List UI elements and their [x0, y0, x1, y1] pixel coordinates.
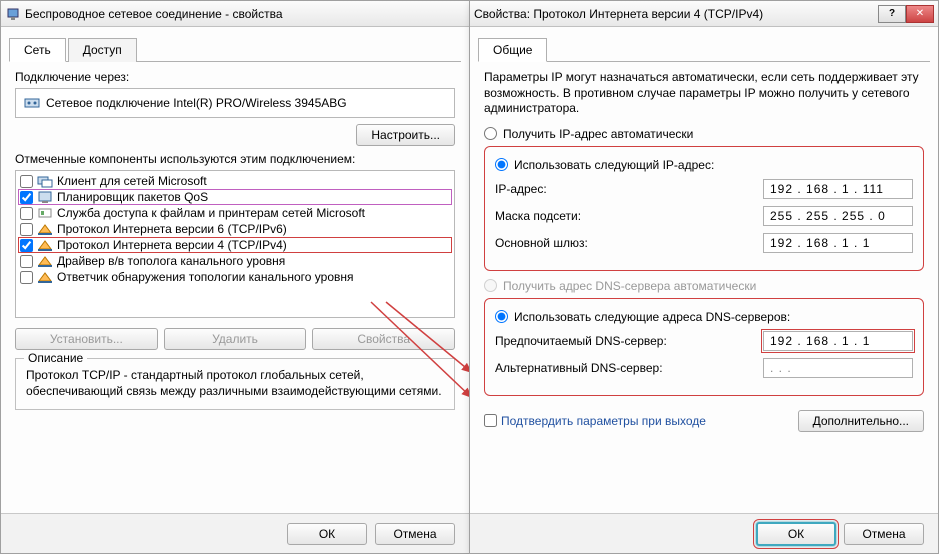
component-checkbox[interactable]	[20, 207, 33, 220]
ip-address-field[interactable]: 192 . 168 . 1 . 111	[763, 179, 913, 199]
win2-titlebar: Свойства: Протокол Интернета версии 4 (T…	[470, 1, 938, 27]
help-button[interactable]: ?	[878, 5, 906, 23]
win1-panel: Подключение через: Сетевое подключение I…	[15, 70, 455, 410]
component-label: Ответчик обнаружения топологии канальног…	[57, 270, 354, 284]
component-label: Протокол Интернета версии 6 (TCP/IPv6)	[57, 222, 287, 236]
radio-use-ip-label: Использовать следующий IP-адрес:	[514, 158, 714, 172]
component-label: Драйвер в/в тополога канального уровня	[57, 254, 285, 268]
win1-bottom-bar: ОК Отмена	[1, 513, 469, 553]
connect-via-label: Подключение через:	[15, 70, 455, 84]
protocol-icon	[37, 174, 53, 188]
radio-auto-ip-label: Получить IP-адрес автоматически	[503, 127, 693, 141]
component-checkbox[interactable]	[20, 239, 33, 252]
radio-auto-dns-row: Получить адрес DNS-сервера автоматически	[484, 279, 924, 293]
description-title: Описание	[24, 351, 87, 365]
protocol-icon	[37, 206, 53, 220]
description-text: Протокол TCP/IP - стандартный протокол г…	[26, 367, 444, 399]
validate-on-exit-row[interactable]: Подтвердить параметры при выходе	[484, 414, 706, 428]
close-button[interactable]: ✕	[906, 5, 934, 23]
dns-settings-group: Использовать следующие адреса DNS-сервер…	[484, 298, 924, 396]
win2-tabstrip: Общие	[478, 37, 930, 62]
radio-use-ip-row[interactable]: Использовать следующий IP-адрес:	[495, 158, 913, 172]
tab-access[interactable]: Доступ	[68, 38, 137, 62]
ipv4-properties-window: Свойства: Протокол Интернета версии 4 (T…	[469, 0, 939, 554]
component-checkbox[interactable]	[20, 255, 33, 268]
dns2-field[interactable]: . . .	[763, 358, 913, 378]
component-checkbox[interactable]	[20, 271, 33, 284]
component-item[interactable]: Клиент для сетей Microsoft	[18, 173, 452, 189]
radio-use-dns-label: Использовать следующие адреса DNS-сервер…	[514, 310, 790, 324]
win2-cancel-button[interactable]: Отмена	[844, 523, 924, 545]
win1-titlebar: Беспроводное сетевое соединение - свойст…	[1, 1, 469, 27]
component-label: Служба доступа к файлам и принтерам сете…	[57, 206, 365, 220]
description-groupbox: Описание Протокол TCP/IP - стандартный п…	[15, 358, 455, 410]
protocol-icon	[37, 238, 53, 252]
radio-auto-dns-label: Получить адрес DNS-сервера автоматически	[503, 279, 756, 293]
protocol-icon	[37, 222, 53, 236]
configure-button[interactable]: Настроить...	[356, 124, 455, 146]
component-item[interactable]: Протокол Интернета версии 6 (TCP/IPv6)	[18, 221, 452, 237]
ip-address-label: IP-адрес:	[495, 182, 547, 196]
tab-general[interactable]: Общие	[478, 38, 547, 62]
gateway-field[interactable]: 192 . 168 . 1 . 1	[763, 233, 913, 253]
component-label: Клиент для сетей Microsoft	[57, 174, 207, 188]
adapter-name: Сетевое подключение Intel(R) PRO/Wireles…	[46, 96, 347, 110]
radio-auto-ip[interactable]	[484, 127, 497, 140]
win2-title: Свойства: Протокол Интернета версии 4 (T…	[474, 7, 878, 21]
radio-use-dns[interactable]	[495, 310, 508, 323]
validate-checkbox[interactable]	[484, 414, 497, 427]
dns1-field[interactable]: 192 . 168 . 1 . 1	[763, 331, 913, 351]
win1-tabstrip: Сеть Доступ	[9, 37, 461, 62]
ip-settings-group: Использовать следующий IP-адрес: IP-адре…	[484, 146, 924, 271]
component-checkbox[interactable]	[20, 223, 33, 236]
advanced-button[interactable]: Дополнительно...	[798, 410, 924, 432]
components-listbox[interactable]: Клиент для сетей Microsoft Планировщик па…	[15, 170, 455, 318]
protocol-icon	[37, 190, 53, 204]
win2-panel: Параметры IP могут назначаться автоматич…	[484, 70, 924, 432]
component-checkbox[interactable]	[20, 175, 33, 188]
component-item[interactable]: Протокол Интернета версии 4 (TCP/IPv4)	[18, 237, 452, 253]
intro-text: Параметры IP могут назначаться автоматич…	[484, 70, 924, 117]
validate-label: Подтвердить параметры при выходе	[501, 414, 706, 428]
adapter-icon	[24, 95, 40, 111]
win1-title: Беспроводное сетевое соединение - свойст…	[25, 7, 465, 21]
component-item[interactable]: Драйвер в/в тополога канального уровня	[18, 253, 452, 269]
component-label: Протокол Интернета версии 4 (TCP/IPv4)	[57, 238, 287, 252]
win1-cancel-button[interactable]: Отмена	[375, 523, 455, 545]
gateway-label: Основной шлюз:	[495, 236, 588, 250]
component-item[interactable]: Служба доступа к файлам и принтерам сете…	[18, 205, 452, 221]
properties-button[interactable]: Свойства	[312, 328, 455, 350]
subnet-mask-label: Маска подсети:	[495, 209, 581, 223]
network-adapter-icon	[5, 6, 21, 22]
win2-bottom-bar: ОК Отмена	[470, 513, 938, 553]
protocol-icon	[37, 254, 53, 268]
component-checkbox[interactable]	[20, 191, 33, 204]
connection-properties-window: Беспроводное сетевое соединение - свойст…	[0, 0, 470, 554]
component-label: Планировщик пакетов QoS	[57, 190, 208, 204]
dns2-label: Альтернативный DNS-сервер:	[495, 361, 663, 375]
protocol-icon	[37, 270, 53, 284]
subnet-mask-field[interactable]: 255 . 255 . 255 . 0	[763, 206, 913, 226]
radio-use-ip[interactable]	[495, 158, 508, 171]
win2-ok-button[interactable]: ОК	[756, 522, 836, 546]
components-label: Отмеченные компоненты используются этим …	[15, 152, 455, 166]
component-item[interactable]: Ответчик обнаружения топологии канальног…	[18, 269, 452, 285]
win1-ok-button[interactable]: ОК	[287, 523, 367, 545]
adapter-field: Сетевое подключение Intel(R) PRO/Wireles…	[15, 88, 455, 118]
radio-auto-ip-row[interactable]: Получить IP-адрес автоматически	[484, 127, 924, 141]
tab-network[interactable]: Сеть	[9, 38, 66, 62]
component-item[interactable]: Планировщик пакетов QoS	[18, 189, 452, 205]
dns1-label: Предпочитаемый DNS-сервер:	[495, 334, 667, 348]
install-button[interactable]: Установить...	[15, 328, 158, 350]
remove-button[interactable]: Удалить	[164, 328, 307, 350]
radio-auto-dns	[484, 279, 497, 292]
radio-use-dns-row[interactable]: Использовать следующие адреса DNS-сервер…	[495, 310, 913, 324]
